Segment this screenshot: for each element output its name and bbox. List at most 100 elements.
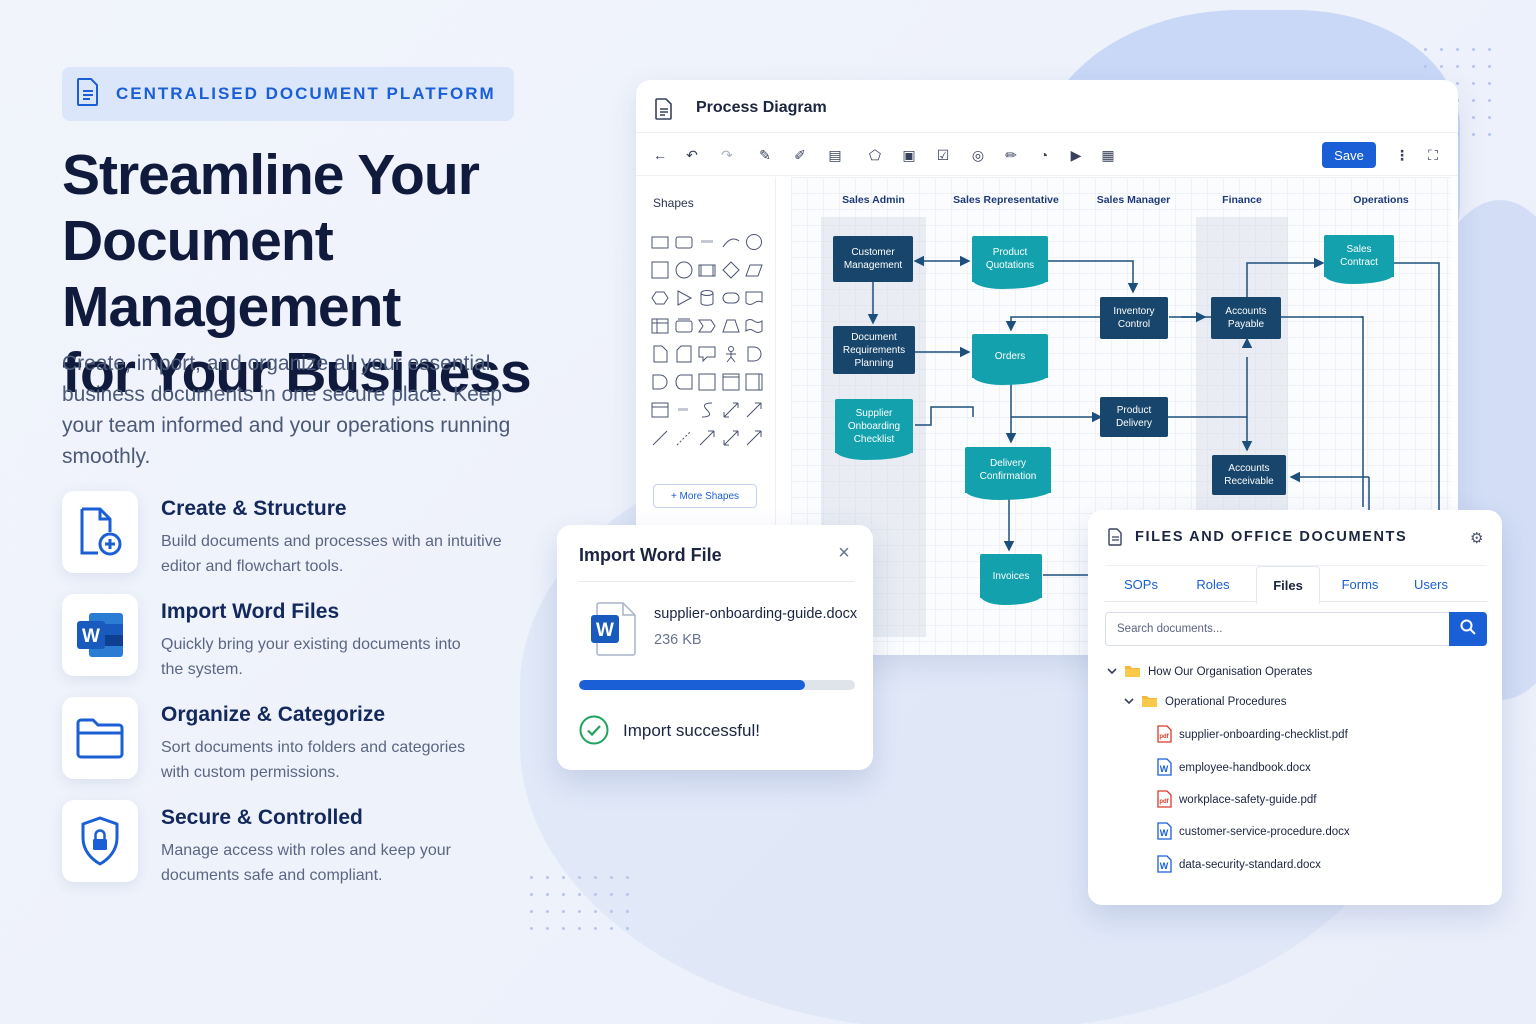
delay-shape[interactable]	[745, 345, 763, 363]
curve-shape[interactable]	[722, 233, 740, 251]
rectangle-shape[interactable]	[651, 233, 669, 251]
pencil-icon[interactable]: ✎	[757, 147, 773, 163]
word-file-icon: W	[591, 601, 637, 662]
folder-name: How Our Organisation Operates	[1148, 666, 1313, 678]
line-shape[interactable]	[651, 429, 669, 447]
folder-icon	[62, 697, 138, 779]
search-input[interactable]	[1105, 612, 1449, 646]
half-round-shape[interactable]	[651, 373, 669, 391]
s-curve-shape[interactable]	[698, 401, 716, 419]
diamond-shape[interactable]	[722, 261, 740, 279]
node-delivery-confirmation[interactable]: Delivery Confirmation	[965, 447, 1051, 500]
feature-create: Create & Structure Build documents and p…	[62, 491, 542, 575]
table-shape[interactable]	[651, 317, 669, 335]
file-row[interactable]: W employee-handbook.docx	[1157, 757, 1311, 779]
node-supplier-onboarding[interactable]: Supplier Onboarding Checklist	[835, 399, 913, 460]
dot-pattern	[530, 876, 629, 930]
note-shape[interactable]	[651, 345, 669, 363]
document-icon	[76, 77, 100, 112]
undo-icon[interactable]: ↶	[684, 147, 700, 163]
stamp-icon[interactable]: ▤	[827, 147, 843, 163]
label-shape[interactable]	[675, 401, 693, 419]
connector-arrow-shape[interactable]	[698, 429, 716, 447]
node-accounts-receivable[interactable]: Accounts Receivable	[1212, 455, 1286, 495]
node-inventory-control[interactable]: Inventory Control	[1100, 297, 1168, 339]
redo-icon[interactable]: ↷	[719, 147, 735, 163]
hexagon-shape[interactable]	[651, 289, 669, 307]
list-shape[interactable]	[651, 401, 669, 419]
node-accounts-payable[interactable]: Accounts Payable	[1211, 297, 1281, 339]
file-size: 236 KB	[654, 632, 702, 648]
panel-shape[interactable]	[745, 373, 763, 391]
word-file-icon: W	[1157, 757, 1172, 779]
folder-row[interactable]: Operational Procedures	[1124, 692, 1286, 712]
callout-shape[interactable]	[698, 345, 716, 363]
circle-shape[interactable]	[745, 233, 763, 251]
tab-forms[interactable]: Forms	[1323, 566, 1397, 603]
triangle-shape[interactable]	[675, 289, 693, 307]
check-circle-icon[interactable]: ◎	[970, 147, 986, 163]
back-arrow-icon[interactable]: ←	[652, 147, 668, 163]
save-button[interactable]: Save	[1322, 142, 1376, 168]
bidirectional-arrow-shape[interactable]	[722, 429, 740, 447]
card-shape[interactable]	[675, 317, 693, 335]
pen-icon[interactable]: ✐	[792, 147, 808, 163]
ellipse-shape[interactable]	[675, 261, 693, 279]
search-button[interactable]	[1449, 612, 1487, 646]
trapezoid-shape[interactable]	[722, 317, 740, 335]
tab-sops[interactable]: SOPs	[1105, 566, 1177, 603]
gear-icon[interactable]: ⚙	[1470, 529, 1483, 547]
image-icon[interactable]: ▦	[1100, 147, 1116, 163]
document-shape[interactable]	[745, 289, 763, 307]
node-sales-contract[interactable]: Sales Contract	[1324, 235, 1394, 284]
storage-shape[interactable]	[675, 373, 693, 391]
close-icon[interactable]: ×	[834, 543, 854, 563]
arrow-shape[interactable]	[745, 429, 763, 447]
media-icon[interactable]: ▶	[1068, 147, 1084, 163]
tab-roles[interactable]: Roles	[1177, 566, 1249, 603]
text-shape[interactable]	[698, 233, 716, 251]
more-options-icon[interactable]: ⋮	[1394, 147, 1410, 163]
actor-shape[interactable]	[722, 345, 740, 363]
chevron-down-icon[interactable]	[1107, 666, 1117, 679]
node-orders[interactable]: Orders	[972, 334, 1048, 385]
square-shape[interactable]	[651, 261, 669, 279]
word-file-icon: W	[1157, 821, 1172, 843]
process-shape[interactable]	[698, 261, 716, 279]
timer-icon[interactable]: ◔	[1036, 147, 1052, 163]
step-shape[interactable]	[698, 317, 716, 335]
dashed-line-shape[interactable]	[675, 429, 693, 447]
brush-icon[interactable]: ✏	[1003, 147, 1019, 163]
folder-row[interactable]: How Our Organisation Operates	[1107, 662, 1312, 682]
tab-users[interactable]: Users	[1397, 566, 1465, 603]
chevron-down-icon[interactable]	[1124, 696, 1134, 709]
square-shape[interactable]	[698, 373, 716, 391]
tab-files[interactable]: Files	[1256, 566, 1320, 604]
file-row[interactable]: W customer-service-procedure.docx	[1157, 821, 1350, 843]
more-shapes-button[interactable]: + More Shapes	[653, 484, 757, 508]
header-box-shape[interactable]	[722, 373, 740, 391]
node-product-quotations[interactable]: Product Quotations	[972, 236, 1048, 289]
checkbox-icon[interactable]: ☑	[935, 147, 951, 163]
node-invoices[interactable]: Invoices	[980, 554, 1042, 605]
double-arrow-shape[interactable]	[722, 401, 740, 419]
cylinder-shape[interactable]	[698, 289, 716, 307]
svg-text:W: W	[82, 626, 100, 647]
file-row[interactable]: pdf supplier-onboarding-checklist.pdf	[1157, 724, 1348, 745]
folded-shape[interactable]	[675, 345, 693, 363]
terminator-shape[interactable]	[722, 289, 740, 307]
file-row[interactable]: W data-security-standard.docx	[1157, 854, 1321, 875]
rounded-rect-shape[interactable]	[675, 233, 693, 251]
node-customer-management[interactable]: Customer Management	[833, 236, 913, 282]
window-title: Process Diagram	[696, 99, 827, 116]
feature-title: Create & Structure	[161, 497, 347, 520]
file-row[interactable]: pdf workplace-safety-guide.pdf	[1157, 789, 1316, 810]
fullscreen-icon[interactable]: ⛶	[1425, 147, 1441, 163]
node-product-delivery[interactable]: Product Delivery	[1100, 397, 1168, 437]
arrow-shape[interactable]	[745, 401, 763, 419]
container-icon[interactable]: ▣	[901, 147, 917, 163]
node-document-requirements[interactable]: Document Requirements Planning	[833, 326, 915, 374]
parallelogram-shape[interactable]	[745, 261, 764, 279]
tape-shape[interactable]	[745, 317, 763, 335]
shape-icon[interactable]: ⬠	[867, 147, 883, 163]
